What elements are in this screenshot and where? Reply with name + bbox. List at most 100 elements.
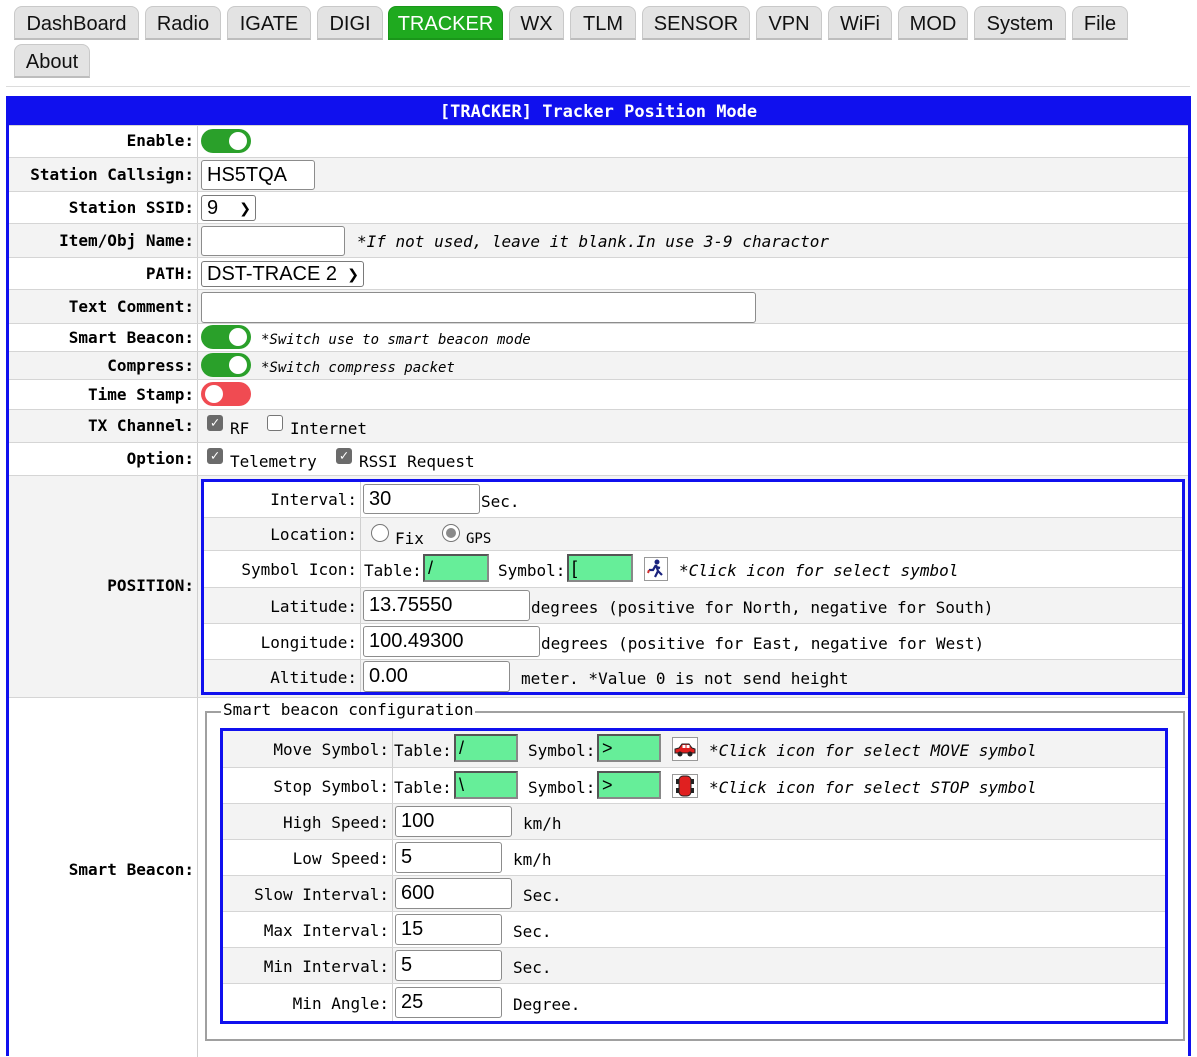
tracker-panel: [TRACKER] Tracker Position Mode Enable: … [6,96,1191,1057]
interval-input[interactable] [363,484,480,514]
smart-beacon-legend: Smart beacon configuration [221,700,476,719]
min-angle-label: Min Angle: [292,994,389,1013]
nav-divider [6,86,1190,87]
longitude-label: Longitude: [260,633,357,652]
tab-file[interactable]: File [1072,6,1128,40]
min-interval-label: Min Interval: [263,957,389,976]
symbol-icon-label: Symbol Icon: [241,560,357,579]
stop-symbol-input[interactable]: > [597,771,661,799]
high-speed-input[interactable] [395,806,512,837]
callsign-row: Station Callsign: [9,157,1188,191]
rssi-checkbox[interactable]: ✓ [336,448,352,464]
callsign-input[interactable] [201,160,315,190]
min-angle-unit: Degree. [513,995,581,1014]
tx-rf-label: RF [230,419,250,438]
stop-table-input[interactable]: \ [454,771,518,799]
tab-sensor[interactable]: SENSOR [642,6,750,40]
ssid-select[interactable]: 9 ❯ [201,195,256,221]
tab-about[interactable]: About [14,44,90,78]
low-speed-label: Low Speed: [292,849,389,868]
interval-unit: Sec. [481,492,520,511]
slow-interval-label: Slow Interval: [254,885,389,904]
tab-mod[interactable]: MOD [898,6,968,40]
tab-digi[interactable]: DIGI [317,6,383,40]
location-gps-label: GPS [466,531,492,547]
tab-wx[interactable]: WX [509,6,564,40]
path-select[interactable]: DST-TRACE 2 ❯ [201,261,364,287]
rssi-label: RSSI Request [359,452,475,471]
tab-igate[interactable]: IGATE [227,6,311,40]
comment-input[interactable] [201,292,756,323]
latitude-note: degrees (positive for North, negative fo… [531,598,994,617]
move-table-input[interactable]: / [454,734,518,762]
compress-note: *Switch compress packet [261,360,455,376]
tab-vpn[interactable]: VPN [756,6,822,40]
move-symbol-note: *Click icon for select MOVE symbol [709,741,1037,760]
tab-radio[interactable]: Radio [145,6,221,40]
telemetry-label: Telemetry [230,452,317,471]
location-label: Location: [270,525,357,544]
tx-rf-checkbox[interactable]: ✓ [207,415,223,431]
comment-row: Text Comment: [9,289,1188,323]
item-row: Item/Obj Name: *If not used, leave it bl… [9,223,1188,257]
compress-row: Compress: *Switch compress packet [9,351,1188,379]
move-symbol-input[interactable]: > [597,734,661,762]
timestamp-toggle[interactable] [201,382,251,406]
item-input[interactable] [201,226,345,256]
max-interval-input[interactable] [395,914,502,945]
slow-interval-row: Slow Interval: Sec. [223,875,1165,911]
position-box: Interval: Sec. Location: Fix GPS Symbol … [201,479,1185,695]
tab-tracker[interactable]: TRACKER [388,6,503,40]
enable-row: Enable: [9,125,1188,157]
symbol-input[interactable]: [ [567,554,633,582]
car-topview-icon[interactable] [672,774,698,798]
compress-toggle[interactable] [201,353,251,377]
altitude-input[interactable] [363,661,510,692]
smart-beacon-section-label: Smart Beacon: [68,860,194,879]
panel-title: [TRACKER] Tracker Position Mode [9,99,1188,125]
move-table-label: Table: [394,741,452,760]
low-speed-row: Low Speed: km/h [223,839,1165,875]
car-icon[interactable] [672,737,698,761]
longitude-note: degrees (positive for East, negative for… [541,634,985,653]
min-angle-input[interactable] [395,987,502,1018]
tab-tlm[interactable]: TLM [570,6,636,40]
slow-interval-input[interactable] [395,878,512,909]
table-input[interactable]: / [423,554,489,582]
position-row: POSITION: Interval: Sec. Location: Fix G… [9,475,1188,697]
smart-beacon-config-row: Smart Beacon: Smart beacon configuration… [9,697,1188,1057]
tab-system[interactable]: System [974,6,1066,40]
tab-wifi[interactable]: WiFi [828,6,892,40]
ssid-row: Station SSID: 9 ❯ [9,191,1188,223]
smart-beacon-label: Smart Beacon: [68,328,194,347]
location-gps-radio[interactable] [442,524,460,542]
enable-toggle[interactable] [201,129,251,153]
smart-beacon-toggle[interactable] [201,325,251,349]
tx-internet-label: Internet [290,419,368,438]
stop-symbol-row: Stop Symbol: Table: \ Symbol: > *Click i… [223,767,1165,803]
tab-dashboard[interactable]: DashBoard [14,6,139,40]
longitude-input[interactable] [363,626,540,657]
latitude-input[interactable] [363,590,530,621]
tx-internet-checkbox[interactable] [267,415,283,431]
location-fix-radio[interactable] [371,524,389,542]
move-symbol-sym-label: Symbol: [528,741,596,760]
option-row: Option: ✓ Telemetry ✓ RSSI Request [9,442,1188,475]
altitude-label: Altitude: [270,668,357,687]
location-fix-label: Fix [395,529,424,548]
min-angle-row: Min Angle: Degree. [223,983,1165,1021]
slow-interval-unit: Sec. [523,886,562,905]
low-speed-input[interactable] [395,842,502,873]
stop-symbol-note: *Click icon for select STOP symbol [709,778,1037,797]
comment-label: Text Comment: [68,297,194,316]
option-label: Option: [126,449,194,468]
chevron-down-icon: ❯ [239,200,251,216]
latitude-row: Latitude: degrees (positive for North, n… [204,587,1182,623]
telemetry-checkbox[interactable]: ✓ [207,448,223,464]
altitude-row: Altitude: meter. *Value 0 is not send he… [204,659,1182,692]
jogger-icon[interactable] [644,557,668,581]
latitude-label: Latitude: [270,597,357,616]
min-interval-input[interactable] [395,950,502,981]
max-interval-unit: Sec. [513,922,552,941]
item-note: *If not used, leave it blank.In use 3-9 … [357,232,830,251]
